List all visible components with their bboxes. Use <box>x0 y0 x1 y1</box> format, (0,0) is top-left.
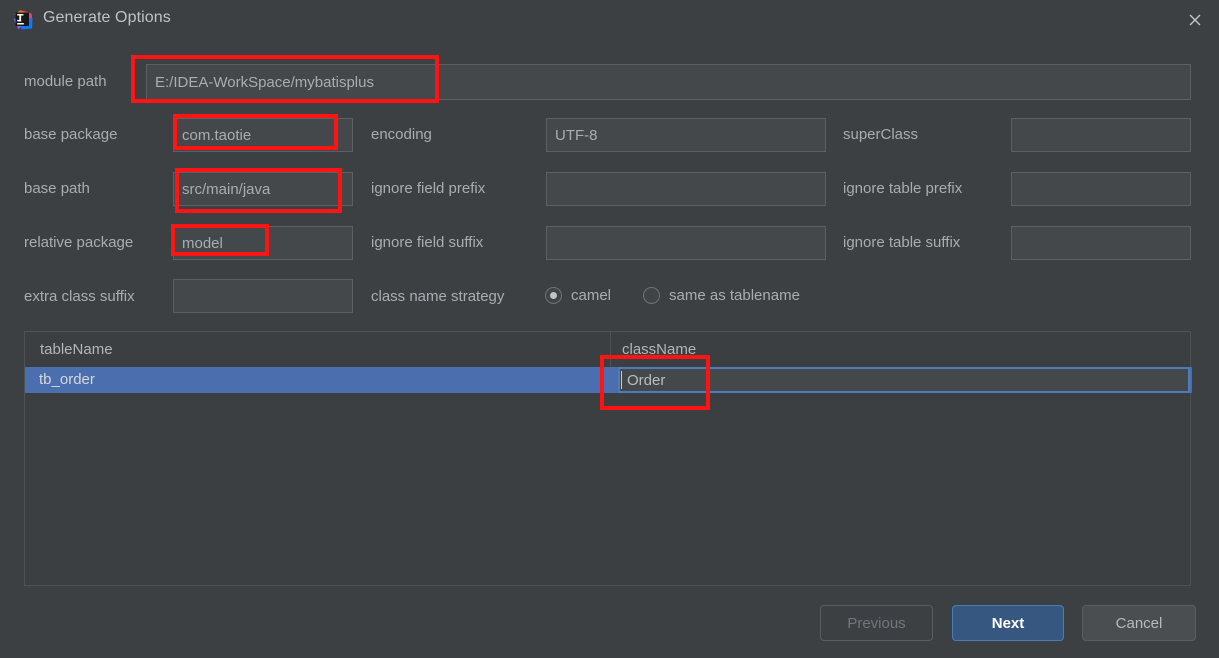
radio-same-as-tablename-indicator <box>643 287 660 304</box>
ignore-field-suffix-input[interactable] <box>546 226 826 260</box>
extra-class-suffix-label: extra class suffix <box>24 288 135 305</box>
column-header-classname[interactable]: className <box>622 341 696 358</box>
cell-classname-editor[interactable] <box>618 367 1190 393</box>
module-path-label: module path <box>24 73 107 90</box>
radio-camel[interactable]: camel <box>545 287 611 304</box>
base-package-label: base package <box>24 126 118 143</box>
ignore-field-suffix-label: ignore field suffix <box>371 234 484 251</box>
previous-button[interactable]: Previous <box>820 605 933 641</box>
relative-package-label: relative package <box>24 234 134 251</box>
module-path-input[interactable] <box>146 64 1191 100</box>
extra-class-suffix-input[interactable] <box>173 279 353 313</box>
next-button[interactable]: Next <box>952 605 1064 641</box>
radio-same-as-tablename-label: same as tablename <box>669 287 800 304</box>
base-path-label: base path <box>24 180 90 197</box>
table-header-row: tableName className <box>25 332 1190 368</box>
relative-package-input[interactable] <box>173 226 353 260</box>
column-header-tablename[interactable]: tableName <box>40 341 113 358</box>
radio-camel-indicator <box>545 287 562 304</box>
table-row[interactable]: tb_order <box>25 367 1192 393</box>
radio-camel-label: camel <box>571 287 612 304</box>
ignore-table-suffix-input[interactable] <box>1011 226 1191 260</box>
encoding-input[interactable] <box>546 118 826 152</box>
tables-table: tableName className tb_order <box>24 331 1192 586</box>
ignore-table-prefix-label: ignore table prefix <box>843 180 963 197</box>
class-name-strategy-label: class name strategy <box>371 288 505 305</box>
cancel-button[interactable]: Cancel <box>1082 605 1196 641</box>
column-separator <box>610 332 611 367</box>
base-path-input[interactable] <box>173 172 353 206</box>
ignore-field-prefix-input[interactable] <box>546 172 826 206</box>
title-bar: Generate Options <box>0 0 1219 40</box>
text-caret <box>621 371 622 389</box>
intellij-idea-icon <box>12 9 34 31</box>
radio-same-as-tablename[interactable]: same as tablename <box>643 287 800 304</box>
super-class-label: superClass <box>843 126 919 143</box>
cell-tablename[interactable]: tb_order <box>25 367 610 393</box>
window-title: Generate Options <box>43 9 171 26</box>
generate-options-dialog: Generate Options module path base packag… <box>0 0 1219 658</box>
encoding-label: encoding <box>371 126 432 143</box>
base-package-input[interactable] <box>173 118 353 152</box>
close-icon[interactable] <box>1171 0 1219 40</box>
super-class-input[interactable] <box>1011 118 1191 152</box>
ignore-table-prefix-input[interactable] <box>1011 172 1191 206</box>
ignore-field-prefix-label: ignore field prefix <box>371 180 486 197</box>
ignore-table-suffix-label: ignore table suffix <box>843 234 961 251</box>
